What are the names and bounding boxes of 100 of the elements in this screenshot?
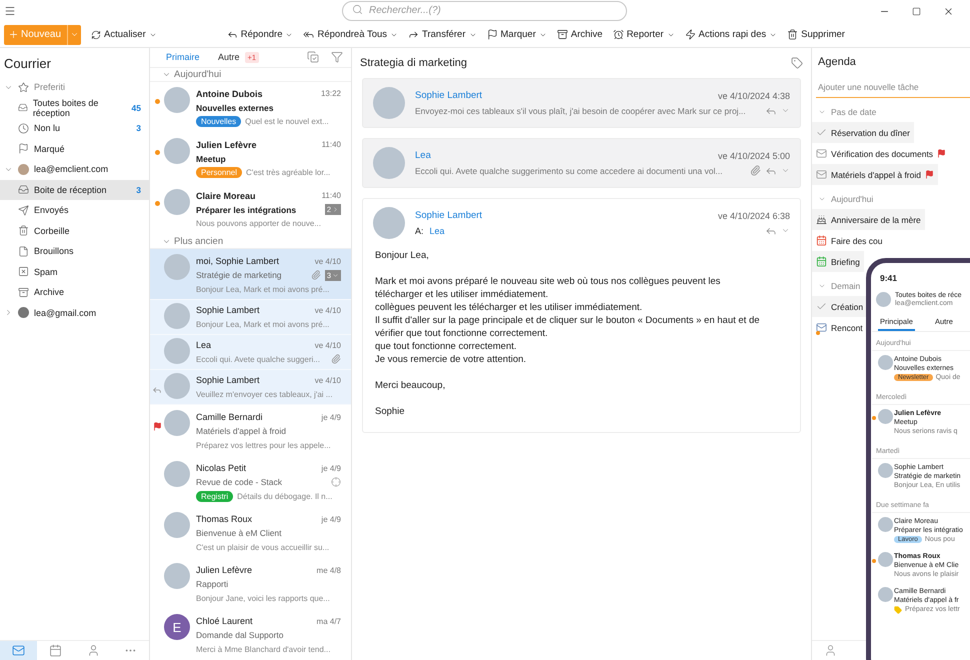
- toolbar-button[interactable]: Archive: [552, 24, 607, 44]
- clock-icon: [18, 122, 29, 134]
- agenda-group-header[interactable]: Pas de date: [812, 102, 882, 122]
- folder-item[interactable]: Brouillons: [0, 241, 149, 262]
- chevron-down-icon[interactable]: [781, 226, 790, 235]
- agenda-item[interactable]: Anniversaire de la mère: [812, 209, 925, 230]
- folder-group[interactable]: Preferiti: [0, 77, 149, 98]
- toolbar-button[interactable]: Supprimer: [783, 24, 849, 44]
- search-field[interactable]: Rechercher...(?): [342, 0, 627, 20]
- message-preview: Bonjour Lea, Mark et moi avons pré...: [196, 320, 330, 328]
- avatar: [164, 373, 190, 399]
- message-time: 11:40: [322, 191, 341, 200]
- alarm-clock-icon: [612, 29, 624, 40]
- sender-name[interactable]: Sophie Lambert: [415, 210, 482, 221]
- agenda-item[interactable]: Réservation du dîner: [812, 122, 914, 143]
- avatar: [373, 147, 405, 179]
- avatar: [164, 188, 190, 215]
- folder-item[interactable]: Marqué: [0, 138, 149, 159]
- agenda-group-header[interactable]: Aujourd'hui: [812, 189, 880, 209]
- message-time: me 4/8: [316, 566, 341, 574]
- sender-name[interactable]: Lea: [415, 150, 431, 161]
- message-subject: Matériels d'appel à froid: [196, 426, 286, 436]
- avatar: [373, 87, 405, 119]
- chevron-down-icon[interactable]: [781, 106, 790, 115]
- agenda-item[interactable]: Vérification des documents: [812, 143, 950, 164]
- refresh-icon: [91, 30, 102, 40]
- message-row[interactable]: Lea ve 4/10 Eccoli qui. Avete qualche suggeri...: [150, 335, 351, 370]
- phone-time: 9:41: [879, 272, 898, 285]
- star-icon: [18, 82, 29, 93]
- message-row[interactable]: Sophie Lambert ve 4/10 Bonjour Lea, Mark et moi avons pré...: [150, 300, 351, 335]
- close-icon[interactable]: [943, 6, 954, 16]
- toolbar-button[interactable]: Reporter: [608, 24, 679, 44]
- menu-icon[interactable]: [4, 5, 16, 17]
- sender-name: Antoine Dubois: [196, 88, 262, 99]
- avatar: [164, 461, 190, 487]
- folder-item[interactable]: Corbeille: [0, 220, 149, 241]
- toolbar-button[interactable]: Actions rapi des: [680, 24, 782, 44]
- trash-icon: [18, 225, 29, 236]
- toolbar-button[interactable]: Répondre: [222, 24, 298, 44]
- sender-name[interactable]: Sophie Lambert: [415, 90, 482, 101]
- folder-group[interactable]: lea@gmail.com: [0, 302, 149, 323]
- folder-item[interactable]: Archive: [0, 282, 149, 302]
- list-tab[interactable]: Primaire: [162, 52, 206, 62]
- body-paragraph: Merci beaucoup,: [375, 379, 446, 392]
- caret-icon[interactable]: [70, 30, 80, 39]
- folder-item[interactable]: Boite de réception 3: [0, 180, 149, 200]
- unread-count: 45: [132, 102, 141, 113]
- folder-item[interactable]: Envoyés: [0, 200, 149, 220]
- toolbar-button[interactable]: Transférer: [404, 24, 480, 44]
- collapsed-message-card[interactable]: Sophie Lambert ve 4/10/2024 4:38 Envoyez-moi ces tableaux s'il vous plaît, j'ai besoin de coopérer avec Mark sur ce proj...: [362, 78, 801, 128]
- avatar: [164, 254, 190, 280]
- folder-item[interactable]: Non lu 3: [0, 118, 149, 138]
- agenda-group-header[interactable]: Demain: [812, 276, 866, 296]
- avatar: [878, 552, 893, 567]
- calendar-icon: [49, 644, 62, 657]
- search-icon: [352, 4, 363, 15]
- chevron-down-icon[interactable]: [781, 166, 790, 175]
- folder-item[interactable]: Spam: [0, 262, 149, 282]
- filter-icon[interactable]: [331, 51, 343, 64]
- chevron-down-icon: [332, 272, 339, 278]
- agenda-item[interactable]: Faire des cou: [812, 230, 886, 251]
- message-subject: Bienvenue à eM Client: [196, 528, 282, 538]
- inbox-tray-icon: [18, 184, 29, 196]
- message-time: je 4/9: [321, 412, 341, 422]
- message-preview: Quel est le nouvel ext...: [245, 117, 329, 126]
- refresh-button[interactable]: Actualiser: [87, 24, 161, 44]
- folder-item[interactable]: Toutes boites de réception 45: [0, 98, 149, 118]
- toolbar-button[interactable]: Répondreà Tous: [299, 24, 402, 44]
- sender-name: Lea: [196, 340, 212, 350]
- check-icon: [816, 127, 827, 138]
- sender-name: Sophie Lambert: [196, 375, 260, 385]
- agenda-item[interactable]: Rencont: [812, 317, 867, 338]
- sidebar-title: Courrier: [3, 55, 52, 73]
- agenda-item[interactable]: Matériels d'appel à froid: [812, 164, 938, 185]
- message-row[interactable]: Sophie Lambert ve 4/10 Veuillez m'envoyer ces tableaux, j'ai ...: [150, 370, 351, 405]
- chevron-down-icon: [818, 195, 826, 203]
- trash-icon: [787, 29, 798, 40]
- toolbar-button[interactable]: Marquer: [482, 24, 551, 44]
- person-icon[interactable]: [824, 644, 837, 657]
- avatar: [878, 517, 893, 532]
- reply-all-icon: [303, 29, 314, 40]
- avatar: [878, 409, 893, 424]
- message-preview: Préparez vos lettres pour les appele...: [196, 440, 331, 450]
- sender-name: Julien Lefèvre: [196, 565, 252, 575]
- body-paragraph: Bonjour Lea,: [375, 249, 430, 262]
- agenda-item[interactable]: Briefing: [812, 251, 864, 272]
- message-preview: Bonjour Lea, Mark et moi avons pré...: [196, 284, 330, 294]
- sender-name: Camille Bernardi: [196, 412, 263, 422]
- message-time: ve 4/10: [314, 306, 341, 314]
- maximize-icon[interactable]: [912, 6, 921, 16]
- avatar: E: [164, 614, 190, 640]
- mail-nav-button[interactable]: [0, 641, 38, 660]
- agenda-item[interactable]: Création: [812, 296, 868, 317]
- message-preview: Eccoli qui. Avete qualche suggerimento su come accedere ai documenti una vol...: [415, 166, 722, 176]
- collapsed-message-card[interactable]: Lea ve 4/10/2024 5:00 Eccoli qui. Avete qualche suggerimento su come accedere ai documenti una vol...: [362, 138, 801, 188]
- tag-icon[interactable]: [791, 57, 803, 69]
- recipient-name[interactable]: Lea: [430, 226, 445, 236]
- select-all-icon[interactable]: [307, 51, 319, 64]
- person-icon: [86, 644, 100, 657]
- folder-group[interactable]: lea@emclient.com: [0, 159, 149, 180]
